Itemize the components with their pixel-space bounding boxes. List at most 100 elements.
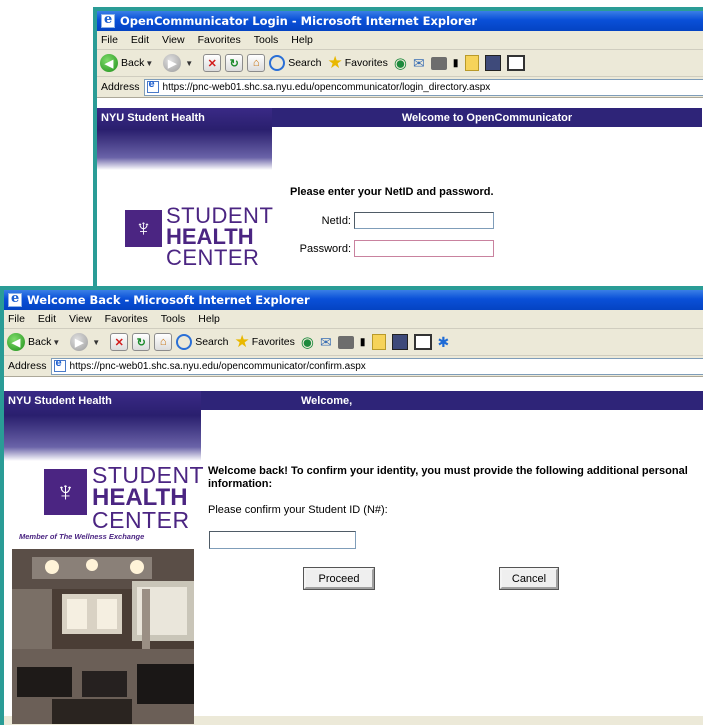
- edit-icon[interactable]: ▮: [453, 57, 459, 69]
- forward-button[interactable]: ▶ ▼: [70, 333, 104, 351]
- home-icon[interactable]: ⌂: [247, 54, 266, 72]
- chevron-down-icon[interactable]: ▼: [92, 338, 100, 347]
- password-input[interactable]: [354, 240, 494, 257]
- media-icon[interactable]: ◉: [301, 333, 314, 351]
- menu-file[interactable]: File: [101, 34, 118, 46]
- window-title: Welcome Back - Microsoft Internet Explor…: [27, 293, 310, 307]
- back-button[interactable]: ◀ Back ▼: [7, 333, 64, 351]
- back-label: Back: [28, 336, 52, 348]
- menu-favorites[interactable]: Favorites: [105, 313, 148, 325]
- site-name: NYU Student Health: [97, 108, 272, 170]
- chevron-down-icon[interactable]: ▼: [185, 59, 193, 68]
- address-field[interactable]: https://pnc-web01.shc.sa.nyu.edu/opencom…: [143, 78, 703, 96]
- mail-icon[interactable]: ✉: [413, 55, 425, 72]
- logo-line-center: CENTER: [166, 244, 260, 270]
- stop-icon[interactable]: ✕: [110, 333, 129, 351]
- logo-line-center: CENTER: [92, 506, 190, 533]
- forward-arrow-icon: ▶: [70, 333, 89, 351]
- edit-icon[interactable]: ▮: [360, 336, 366, 348]
- research-icon[interactable]: [391, 334, 408, 350]
- menu-edit[interactable]: Edit: [38, 313, 56, 325]
- address-url: https://pnc-web01.shc.sa.nyu.edu/opencom…: [69, 360, 366, 372]
- page-content: NYU Student Health Welcome, ♆ STUDENT HE…: [4, 376, 703, 724]
- page-icon: [146, 80, 159, 93]
- star-icon: ★: [234, 332, 250, 351]
- student-health-center-logo: ♆ STUDENT HEALTH CENTER: [44, 464, 204, 533]
- messenger-icon[interactable]: [413, 334, 432, 350]
- student-id-label: Please confirm your Student ID (N#):: [208, 504, 388, 516]
- menu-bar: File Edit View Favorites Tools Help: [97, 31, 703, 50]
- search-icon: [269, 55, 286, 71]
- stop-icon[interactable]: ✕: [203, 54, 222, 72]
- media-icon[interactable]: ◉: [394, 54, 407, 72]
- print-icon[interactable]: [337, 335, 354, 349]
- back-button[interactable]: ◀ Back ▼: [100, 54, 157, 72]
- page-icon: [53, 359, 66, 372]
- favorites-button[interactable]: ★ Favorites: [234, 332, 294, 352]
- lobby-photo-image: [12, 549, 194, 724]
- address-label: Address: [101, 81, 140, 93]
- address-bar: Address https://pnc-web01.shc.sa.nyu.edu…: [97, 77, 703, 97]
- search-button[interactable]: Search: [269, 55, 321, 71]
- print-icon[interactable]: [430, 56, 447, 70]
- student-id-input[interactable]: [209, 531, 356, 549]
- menu-view[interactable]: View: [69, 313, 92, 325]
- menu-tools[interactable]: Tools: [254, 34, 279, 46]
- bluetooth-icon[interactable]: ✱: [438, 334, 450, 351]
- favorites-button[interactable]: ★ Favorites: [327, 53, 387, 73]
- menu-help[interactable]: Help: [198, 313, 220, 325]
- mail-icon[interactable]: ✉: [320, 334, 332, 351]
- favorites-label: Favorites: [251, 336, 295, 348]
- logo-tagline: Member of The Wellness Exchange: [19, 532, 145, 541]
- messenger-icon[interactable]: [506, 55, 525, 71]
- refresh-icon[interactable]: ↻: [132, 333, 151, 351]
- forward-arrow-icon: ▶: [163, 54, 182, 72]
- menu-tools[interactable]: Tools: [161, 313, 186, 325]
- confirm-message: Welcome back! To confirm your identity, …: [208, 465, 688, 490]
- menu-favorites[interactable]: Favorites: [198, 34, 241, 46]
- search-label: Search: [195, 336, 229, 348]
- search-button[interactable]: Search: [176, 334, 228, 350]
- torch-icon: ♆: [44, 469, 87, 515]
- menu-edit[interactable]: Edit: [131, 34, 149, 46]
- title-bar[interactable]: Welcome Back - Microsoft Internet Explor…: [4, 290, 703, 310]
- site-name: NYU Student Health: [4, 391, 201, 461]
- page-content: NYU Student Health Welcome to OpenCommun…: [97, 97, 703, 298]
- star-icon: ★: [327, 53, 343, 72]
- proceed-button[interactable]: Proceed: [303, 567, 375, 590]
- back-arrow-icon: ◀: [7, 333, 25, 351]
- research-icon[interactable]: [484, 55, 501, 71]
- notes-icon[interactable]: [464, 55, 479, 71]
- lobby-photo: [12, 549, 194, 724]
- internet-explorer-icon: [8, 291, 22, 307]
- search-label: Search: [288, 57, 322, 69]
- chevron-down-icon[interactable]: ▼: [145, 59, 153, 68]
- favorites-label: Favorites: [344, 57, 388, 69]
- home-icon[interactable]: ⌂: [154, 333, 173, 351]
- menu-view[interactable]: View: [162, 34, 185, 46]
- back-label: Back: [121, 57, 145, 69]
- address-field[interactable]: https://pnc-web01.shc.sa.nyu.edu/opencom…: [50, 357, 703, 375]
- window-title: OpenCommunicator Login - Microsoft Inter…: [120, 14, 478, 28]
- title-bar[interactable]: OpenCommunicator Login - Microsoft Inter…: [97, 11, 703, 31]
- address-bar: Address https://pnc-web01.shc.sa.nyu.edu…: [4, 356, 703, 376]
- forward-button[interactable]: ▶ ▼: [163, 54, 197, 72]
- netid-label: NetId:: [321, 215, 351, 227]
- page-header: Welcome to OpenCommunicator: [272, 108, 702, 127]
- menu-file[interactable]: File: [8, 313, 25, 325]
- chevron-down-icon[interactable]: ▼: [52, 338, 60, 347]
- address-url: https://pnc-web01.shc.sa.nyu.edu/opencom…: [162, 81, 491, 93]
- menu-help[interactable]: Help: [291, 34, 313, 46]
- page-header: Welcome,: [201, 391, 703, 410]
- torch-icon: ♆: [125, 210, 162, 247]
- notes-icon[interactable]: [371, 334, 386, 350]
- refresh-icon[interactable]: ↻: [225, 54, 244, 72]
- search-icon: [176, 334, 193, 350]
- internet-explorer-icon: [101, 12, 115, 28]
- cancel-button[interactable]: Cancel: [499, 567, 559, 590]
- netid-input[interactable]: [354, 212, 494, 229]
- student-health-center-logo: ♆ STUDENT HEALTH CENTER: [125, 205, 273, 270]
- address-label: Address: [8, 360, 47, 372]
- menu-bar: File Edit View Favorites Tools Help: [4, 310, 703, 329]
- password-label: Password:: [299, 243, 351, 255]
